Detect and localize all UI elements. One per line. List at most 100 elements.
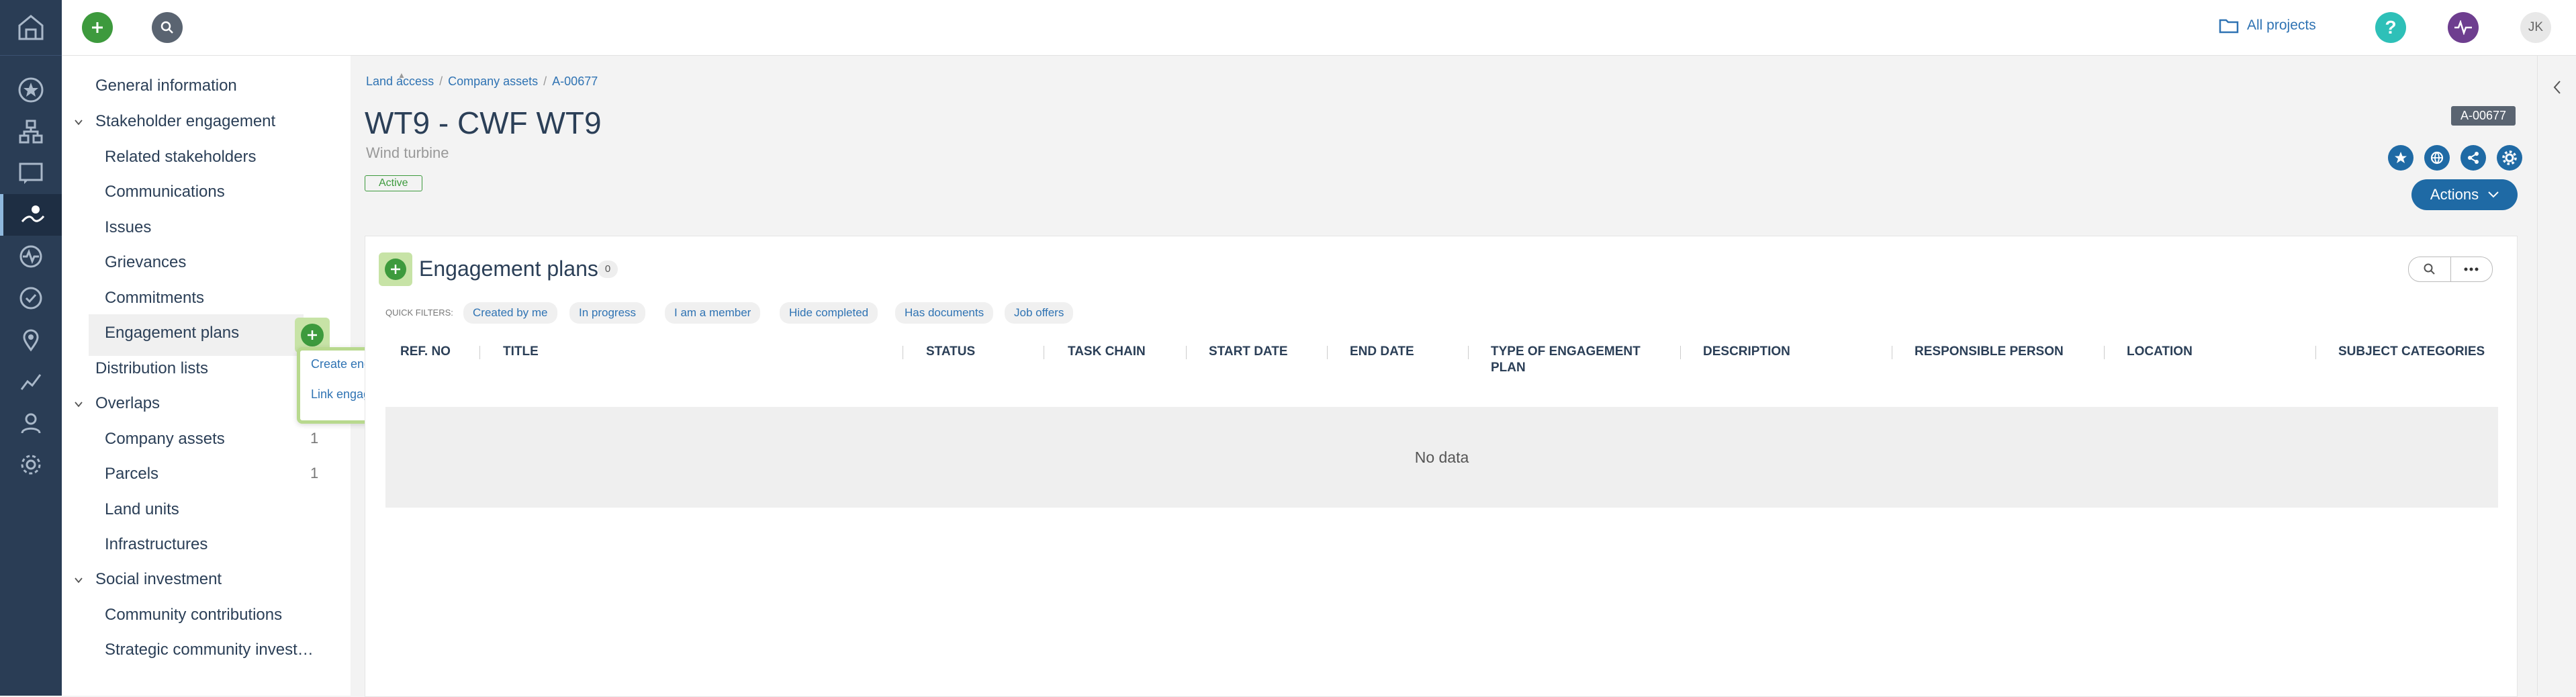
nav-engagement-plans[interactable]: Engagement plans: [105, 324, 239, 342]
nav-stakeholder-engagement[interactable]: Stakeholder engagement: [95, 112, 275, 131]
plus-icon: [391, 265, 400, 274]
nav-communications[interactable]: Communications: [105, 183, 225, 201]
nav-strategic-community-investment[interactable]: Strategic community invest…: [105, 641, 314, 659]
breadcrumb-separator: /: [543, 75, 547, 88]
column-task-chain[interactable]: TASK CHAIN: [1068, 344, 1146, 360]
breadcrumb-separator: /: [439, 75, 443, 88]
record-settings-button[interactable]: [2497, 145, 2522, 171]
land-access-icon[interactable]: [0, 194, 62, 236]
nav-issues[interactable]: Issues: [105, 218, 151, 237]
count-badge: 0: [598, 261, 618, 278]
share-button[interactable]: [2460, 145, 2486, 171]
more-icon: [2464, 267, 2479, 271]
chevron-down-icon[interactable]: [74, 575, 83, 585]
nav-general-information[interactable]: General information: [95, 77, 237, 95]
panel-search-button[interactable]: [2409, 257, 2450, 281]
activity-button[interactable]: [2448, 12, 2479, 43]
chevron-down-icon[interactable]: [74, 118, 83, 127]
breadcrumb: Land access / Company assets / A-00677: [366, 75, 598, 89]
help-button[interactable]: ?: [2375, 12, 2406, 43]
nav-community-contributions[interactable]: Community contributions: [105, 606, 282, 624]
quick-filter-hide-completed[interactable]: Hide completed: [780, 302, 878, 324]
home-logo-icon[interactable]: [0, 0, 62, 56]
map-view-button[interactable]: [2424, 145, 2450, 171]
column-separator: [1468, 346, 1469, 359]
star-icon: [2395, 152, 2407, 163]
top-bar: All projects ? JK: [62, 0, 2576, 56]
column-responsible-person[interactable]: RESPONSIBLE PERSON: [1915, 344, 2064, 360]
empty-state: No data: [385, 407, 2498, 508]
status-badge: Active: [365, 175, 422, 191]
gear-icon: [2502, 150, 2517, 165]
page-subtitle: Wind turbine: [366, 144, 449, 161]
all-projects-link[interactable]: All projects: [2219, 17, 2316, 34]
column-description[interactable]: DESCRIPTION: [1703, 344, 1790, 360]
nav-company-assets[interactable]: Company assets 1: [105, 430, 318, 449]
chevron-down-icon: [2488, 191, 2499, 198]
panel-title: Engagement plans: [419, 257, 598, 281]
column-separator: [1186, 346, 1187, 359]
record-id-badge: A-00677: [2451, 106, 2516, 126]
global-search-button[interactable]: [152, 12, 183, 43]
share-icon: [2468, 152, 2479, 164]
map-pin-icon[interactable]: [0, 319, 62, 361]
communications-icon[interactable]: [0, 152, 62, 194]
quick-filter-job-offers[interactable]: Job offers: [1005, 302, 1074, 324]
avatar-initials: JK: [2528, 20, 2544, 34]
nav-overlaps[interactable]: Overlaps: [95, 394, 160, 413]
breadcrumb-company-assets[interactable]: Company assets: [448, 75, 538, 88]
nav-commitments[interactable]: Commitments: [105, 289, 204, 308]
breadcrumb-record-id[interactable]: A-00677: [552, 75, 598, 88]
column-start-date[interactable]: START DATE: [1209, 344, 1288, 360]
column-type-of-engagement-plan[interactable]: TYPE OF ENGAGEMENT PLAN: [1491, 344, 1665, 376]
global-add-button[interactable]: [82, 12, 113, 43]
nav-land-units[interactable]: Land units: [105, 500, 179, 519]
plus-icon: [308, 330, 317, 340]
quick-filter-created-by-me[interactable]: Created by me: [463, 302, 557, 324]
actions-button[interactable]: Actions: [2411, 179, 2518, 210]
panel-tools: [2408, 257, 2493, 282]
column-separator: [479, 346, 480, 359]
nav-distribution-lists[interactable]: Distribution lists: [95, 359, 208, 378]
count-badge: 1: [310, 465, 319, 481]
column-location[interactable]: LOCATION: [2127, 344, 2193, 360]
nav-related-stakeholders[interactable]: Related stakeholders: [105, 148, 256, 167]
nav-social-investment[interactable]: Social investment: [95, 570, 222, 589]
engagement-plans-panel: Engagement plans 0 QUICK FILTERS: Create…: [365, 236, 2518, 697]
column-separator: [1680, 346, 1681, 359]
quick-filter-in-progress[interactable]: In progress: [569, 302, 646, 324]
quick-filter-i-am-member[interactable]: I am a member: [665, 302, 761, 324]
user-icon[interactable]: [0, 402, 62, 444]
all-projects-label: All projects: [2247, 17, 2316, 33]
user-avatar[interactable]: JK: [2520, 12, 2551, 43]
page-title: WT9 - CWF WT9: [365, 105, 602, 140]
collapse-panel-icon[interactable]: [2552, 79, 2563, 95]
analytics-icon[interactable]: [0, 361, 62, 402]
panel-more-button[interactable]: [2450, 257, 2493, 281]
column-title[interactable]: TITLE: [503, 344, 539, 360]
favorites-icon[interactable]: [0, 69, 62, 111]
breadcrumb-land-access[interactable]: Land access: [366, 75, 434, 88]
panel-add-button[interactable]: [379, 252, 412, 286]
nav-infrastructures[interactable]: Infrastructures: [105, 535, 208, 554]
favorite-button[interactable]: [2388, 145, 2413, 171]
search-icon: [160, 21, 173, 34]
tasks-icon[interactable]: [0, 277, 62, 319]
nav-grievances[interactable]: Grievances: [105, 253, 186, 272]
column-separator: [2104, 346, 2105, 359]
column-end-date[interactable]: END DATE: [1350, 344, 1414, 360]
quick-filter-has-documents[interactable]: Has documents: [895, 302, 994, 324]
column-subject-categories[interactable]: SUBJECT CATEGORIES: [2338, 344, 2485, 360]
settings-icon[interactable]: [0, 444, 62, 485]
nav-parcels[interactable]: Parcels 1: [105, 465, 318, 483]
monitoring-icon[interactable]: [0, 236, 62, 277]
actions-label: Actions: [2430, 186, 2479, 203]
stakeholders-icon[interactable]: [0, 111, 62, 152]
globe-icon: [2430, 151, 2444, 165]
empty-state-text: No data: [1414, 448, 1469, 466]
column-ref-no[interactable]: REF. NO: [400, 344, 451, 360]
chevron-down-icon[interactable]: [74, 400, 83, 409]
app-rail: [0, 0, 62, 696]
column-status[interactable]: STATUS: [926, 344, 975, 360]
plus-icon: [92, 22, 103, 33]
